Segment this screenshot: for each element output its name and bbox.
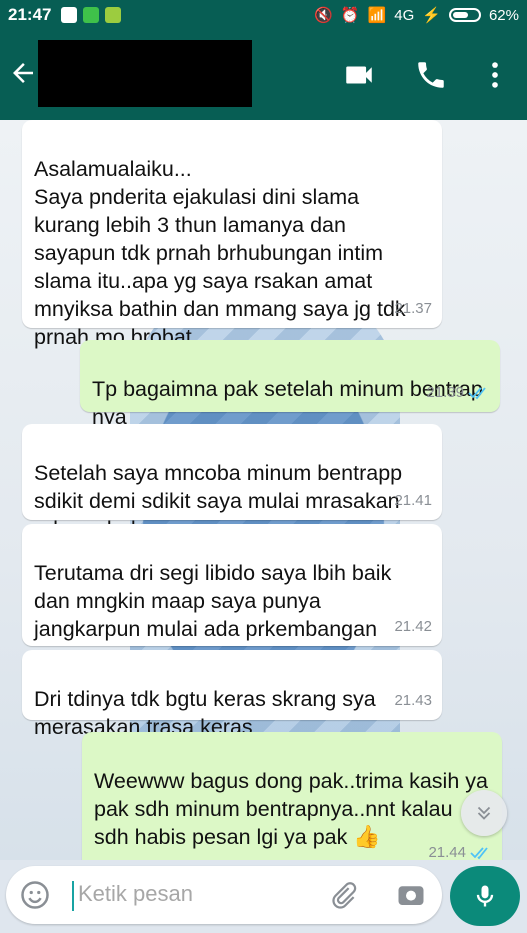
status-time: 21:47 <box>8 5 52 24</box>
scroll-to-bottom-button[interactable] <box>461 790 507 836</box>
voice-message-button[interactable] <box>450 866 520 926</box>
status-bar: 21:47 🔇 ⏰ 📶 4G ⚡ 62% <box>0 0 527 30</box>
message-text: Terutama dri segi libido saya lbih baik … <box>34 561 392 641</box>
contact-name-redacted[interactable] <box>38 40 252 107</box>
message-input[interactable]: Ketik pesan <box>6 866 442 924</box>
microphone-icon <box>476 885 494 907</box>
battery-percent: 62% <box>488 6 519 24</box>
more-vert-icon[interactable] <box>478 58 512 92</box>
message-text: Asalamualaiku... Saya pnderita ejakulasi… <box>34 157 406 349</box>
network-label: 4G <box>394 6 415 24</box>
chat-area[interactable]: Asalamualaiku... Saya pnderita ejakulasi… <box>0 120 527 860</box>
message-time: 21.39 <box>426 379 490 407</box>
message-incoming[interactable]: Dri tdinya tdk bgtu keras skrang sya mer… <box>22 650 442 739</box>
attach-icon[interactable] <box>328 880 358 910</box>
back-arrow-icon[interactable] <box>8 58 38 88</box>
battery-icon <box>448 8 481 22</box>
wifi-icon: 📶 <box>367 7 387 24</box>
message-time: 21.44 <box>428 839 492 860</box>
message-time: 21.41 <box>394 492 432 509</box>
emoji-icon[interactable] <box>20 880 50 910</box>
thumbs-up-emoji: 👍 <box>353 824 381 849</box>
alarm-icon: ⏰ <box>340 7 360 24</box>
mute-icon: 🔇 <box>314 7 333 24</box>
charging-icon: ⚡ <box>422 7 441 24</box>
message-incoming[interactable]: Asalamualaiku... Saya pnderita ejakulasi… <box>22 120 442 349</box>
read-ticks-icon <box>470 847 488 860</box>
line-notification-icon <box>83 7 100 23</box>
chat-notification-icon <box>105 7 122 23</box>
camera-icon[interactable] <box>394 880 428 910</box>
composer-bar: Ketik pesan <box>0 860 527 933</box>
message-placeholder: Ketik pesan <box>78 881 193 906</box>
double-chevron-down-icon <box>477 806 491 820</box>
phone-icon[interactable] <box>414 58 448 92</box>
message-time: 21.37 <box>394 300 432 317</box>
video-call-icon[interactable] <box>342 58 376 92</box>
message-time: 21.42 <box>394 618 432 635</box>
message-incoming[interactable]: Setelah saya mncoba minum bentrapp sdiki… <box>22 424 442 541</box>
message-outgoing[interactable]: Weewww bagus dong pak..trima kasih ya pa… <box>82 732 502 860</box>
status-right: 🔇 ⏰ 📶 4G ⚡ 62% <box>314 6 519 25</box>
message-time: 21.43 <box>394 692 432 709</box>
chat-header <box>0 30 527 120</box>
message-incoming[interactable]: Terutama dri segi libido saya lbih baik … <box>22 524 442 646</box>
read-ticks-icon <box>468 387 486 400</box>
message-outgoing[interactable]: Tp bagaimna pak setelah minum bentrap ny… <box>80 340 500 429</box>
text-cursor <box>72 881 74 911</box>
maps-notification-icon <box>61 7 78 23</box>
